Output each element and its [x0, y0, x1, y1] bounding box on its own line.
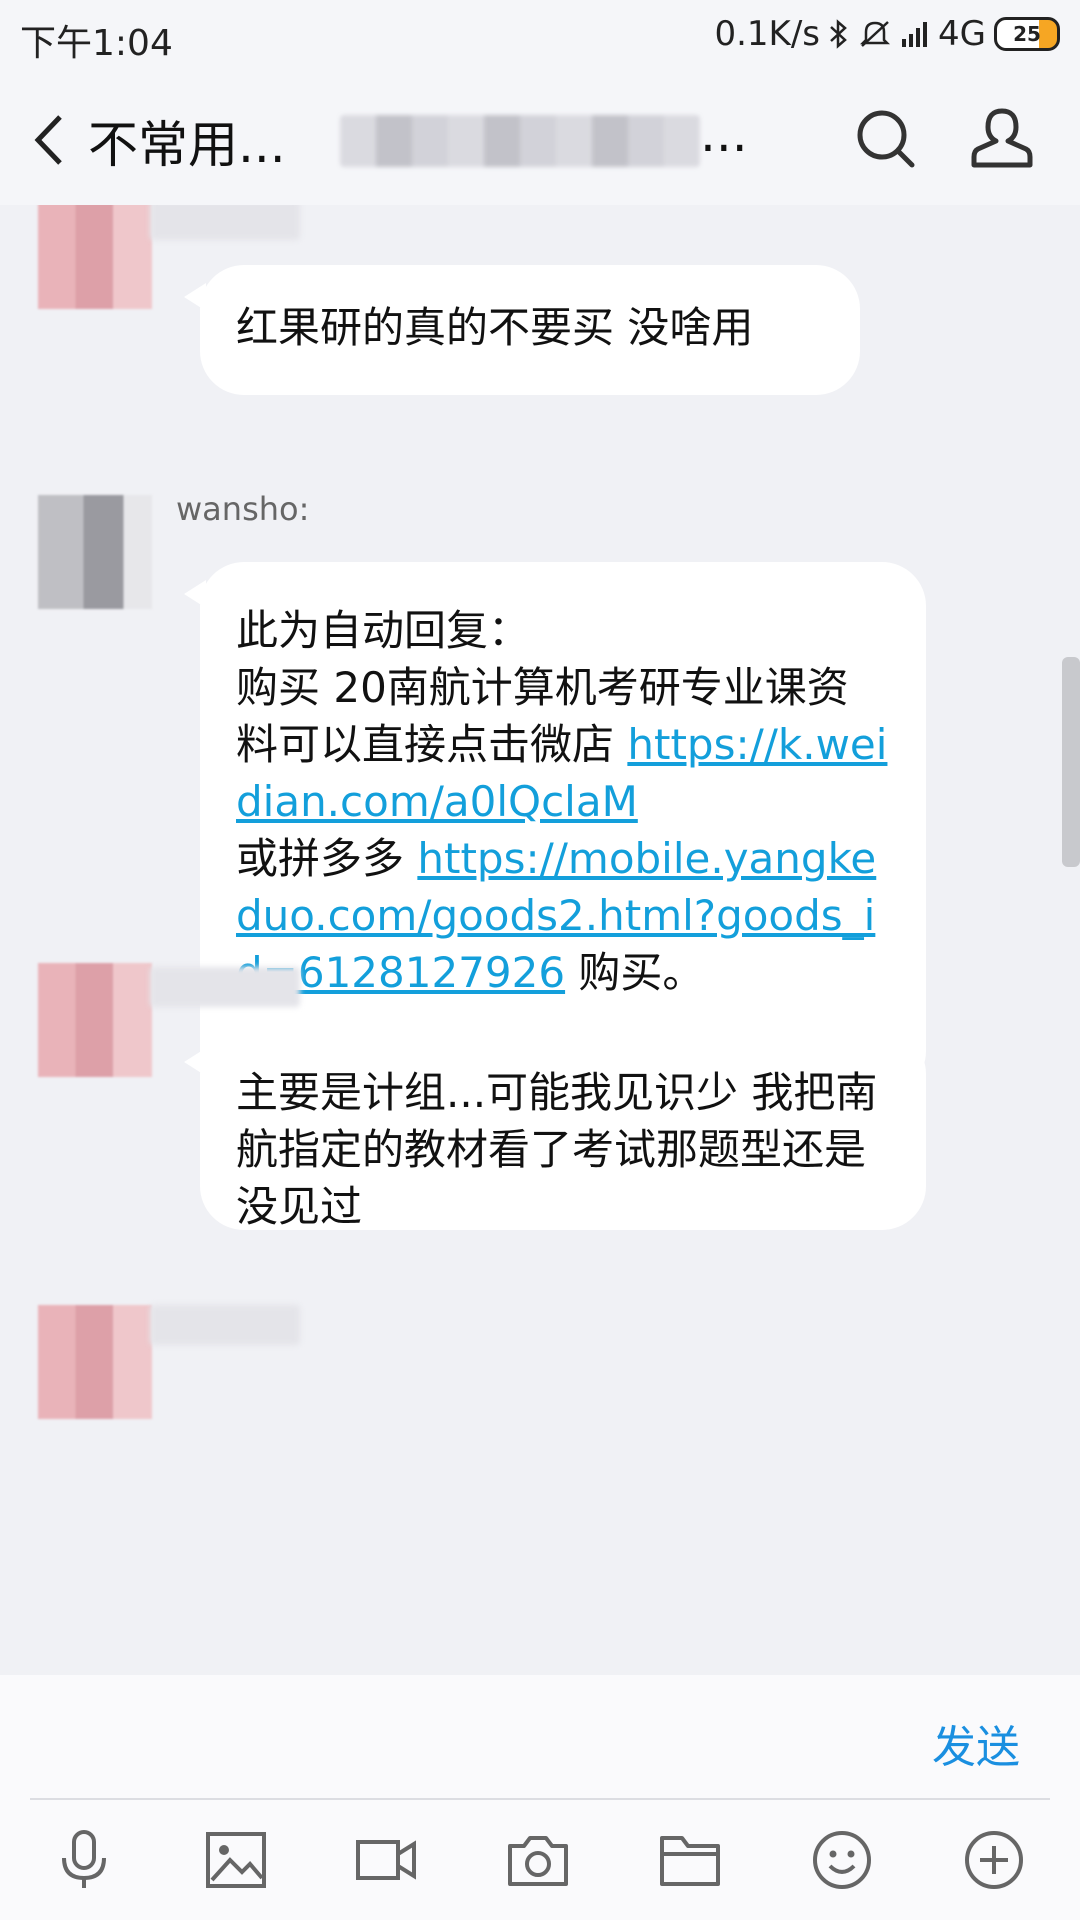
- chevron-left-icon[interactable]: [30, 105, 90, 175]
- avatar[interactable]: [38, 963, 152, 1077]
- chat-header: 不常用... ...: [0, 75, 1080, 205]
- microphone-icon[interactable]: [52, 1828, 116, 1892]
- video-icon[interactable]: [354, 1828, 418, 1892]
- camera-icon[interactable]: [506, 1828, 570, 1892]
- image-icon[interactable]: [204, 1828, 268, 1892]
- message-text: 红果研的真的不要买 没啥用: [236, 303, 754, 352]
- blurred-group-name: [340, 115, 700, 167]
- blurred-nickname: [150, 967, 300, 1007]
- blurred-nickname: [150, 1305, 300, 1345]
- plus-icon[interactable]: [962, 1828, 1026, 1892]
- chat-title: 不常用...: [88, 116, 286, 174]
- sender-name: wansho:: [176, 490, 310, 528]
- message-text: 购买。: [565, 948, 705, 997]
- net-speed: 0.1K/s: [714, 14, 821, 54]
- signal-icon: [900, 19, 930, 49]
- message-bubble[interactable]: 主要是计组...可能我见识少 我把南航指定的教材看了考试那题型还是没见过: [184, 1030, 926, 1231]
- mute-bell-icon: [858, 18, 892, 50]
- status-bar: 下午1:04 0.1K/s 4G 25: [0, 0, 1080, 75]
- message-bubble[interactable]: 红果研的真的不要买 没啥用: [184, 265, 860, 395]
- bluetooth-icon: [828, 19, 850, 49]
- message-bubble[interactable]: 此为自动回复： 购买 20南航计算机考研专业课资料可以直接点击微店 https:…: [184, 562, 926, 1095]
- status-icons: 0.1K/s 4G 25: [714, 14, 1060, 54]
- network-type: 4G: [938, 14, 986, 54]
- search-icon[interactable]: [850, 103, 922, 175]
- input-toolbar: [0, 1800, 1080, 1920]
- avatar[interactable]: [38, 205, 152, 309]
- battery-icon: 25: [994, 17, 1060, 51]
- message-text: 主要是计组...可能我见识少 我把南航指定的教材看了考试那题型还是没见过: [236, 1068, 878, 1231]
- emoji-icon[interactable]: [810, 1828, 874, 1892]
- person-icon[interactable]: [966, 103, 1038, 175]
- status-time: 下午1:04: [20, 23, 173, 64]
- send-button[interactable]: 发送: [932, 1711, 1020, 1775]
- message-text: 或拼多多: [236, 834, 405, 883]
- folder-icon[interactable]: [658, 1828, 722, 1892]
- chat-message-list[interactable]: 红果研的真的不要买 没啥用 wansho: 此为自动回复： 购买 20南航计算机…: [0, 205, 1080, 1675]
- chat-title-suffix: ...: [700, 105, 748, 163]
- avatar[interactable]: [38, 1305, 152, 1419]
- message-input[interactable]: 发送: [0, 1675, 1080, 1800]
- scrollbar[interactable]: [1062, 657, 1080, 867]
- avatar[interactable]: [38, 495, 152, 609]
- blurred-nickname: [150, 205, 300, 240]
